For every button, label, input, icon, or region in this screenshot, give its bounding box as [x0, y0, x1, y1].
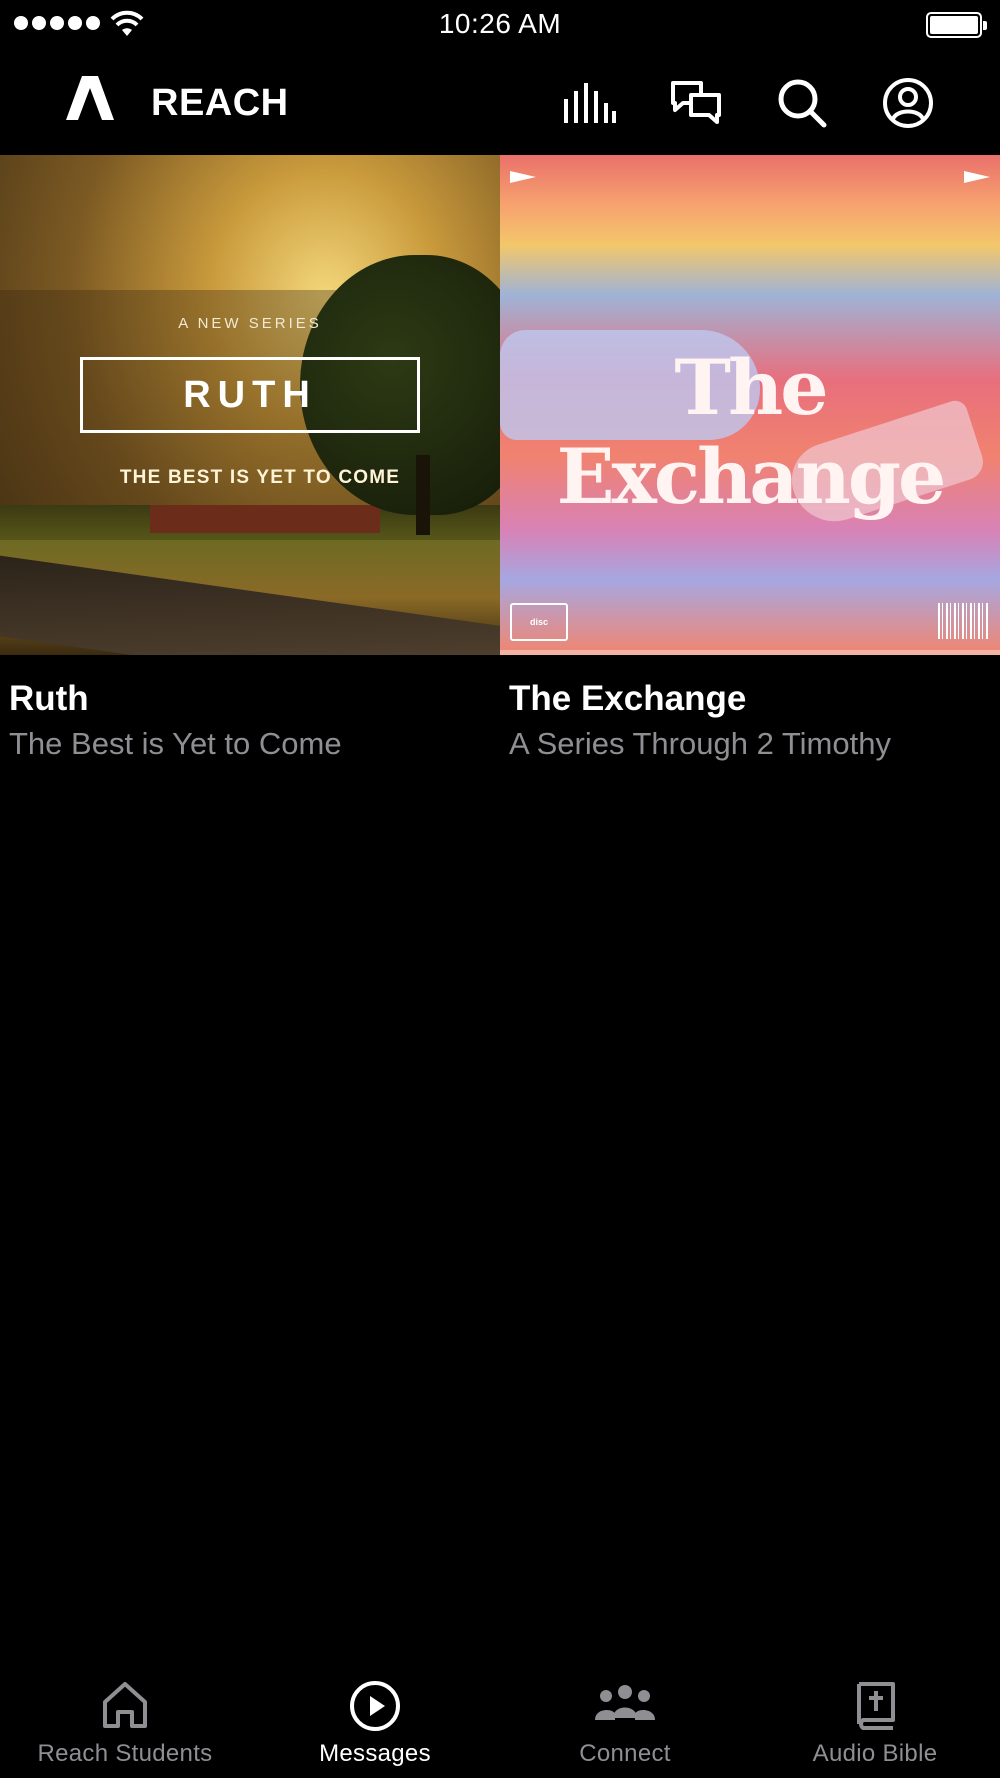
cover-tagline: THE BEST IS YET TO COME — [119, 467, 401, 488]
app-header: REACH — [0, 52, 1000, 155]
tab-label: Messages — [319, 1740, 431, 1767]
series-card-ruth[interactable]: A NEW SERIES RUTH THE BEST IS YET TO COM… — [0, 155, 500, 762]
status-time: 10:26 AM — [438, 8, 562, 39]
battery-icon — [926, 12, 987, 38]
series-grid: A NEW SERIES RUTH THE BEST IS YET TO COM… — [0, 155, 1000, 762]
tab-messages[interactable]: Messages — [250, 1668, 500, 1778]
flag-icon — [964, 171, 990, 183]
barcode-icon — [938, 603, 990, 639]
disc-logo-icon: disc — [510, 603, 568, 641]
people-icon — [500, 1680, 750, 1726]
profile-icon[interactable] — [880, 75, 936, 131]
flag-icon — [510, 171, 536, 183]
bible-icon — [750, 1680, 1000, 1732]
reach-logo-icon — [66, 76, 114, 125]
audio-bars-icon[interactable] — [561, 75, 617, 131]
tab-label: Audio Bible — [812, 1740, 938, 1767]
play-circle-icon — [250, 1680, 500, 1732]
ruth-cover-image[interactable]: A NEW SERIES RUTH THE BEST IS YET TO COM… — [0, 155, 500, 655]
cover-kicker: A NEW SERIES — [178, 315, 322, 332]
status-bar: 10:26 AM — [0, 0, 1000, 52]
exchange-cover-image[interactable]: The Exchange disc — [500, 155, 1000, 655]
cover-title: RUTH — [183, 373, 317, 416]
tab-reach-students[interactable]: Reach Students — [0, 1668, 250, 1778]
cover-title-box: RUTH — [80, 357, 420, 433]
home-icon — [0, 1680, 250, 1730]
series-title: The Exchange — [509, 679, 747, 718]
tab-label: Reach Students — [37, 1740, 213, 1767]
tab-audio-bible[interactable]: Audio Bible — [750, 1668, 1000, 1778]
cover-title: The Exchange — [556, 343, 947, 521]
series-subtitle: A Series Through 2 Timothy — [509, 726, 891, 762]
chat-bubbles-icon[interactable] — [668, 75, 724, 131]
series-title: Ruth — [9, 679, 89, 718]
tab-connect[interactable]: Connect — [500, 1668, 750, 1778]
tab-label: Connect — [579, 1740, 671, 1767]
brand-title: REACH — [151, 82, 289, 124]
tab-bar: Reach Students Messages Connect Audio Bi… — [0, 1668, 1000, 1778]
series-subtitle: The Best is Yet to Come — [9, 726, 342, 762]
series-card-the-exchange[interactable]: The Exchange disc The Exchange A Series … — [500, 155, 1000, 762]
search-icon[interactable] — [774, 75, 830, 131]
